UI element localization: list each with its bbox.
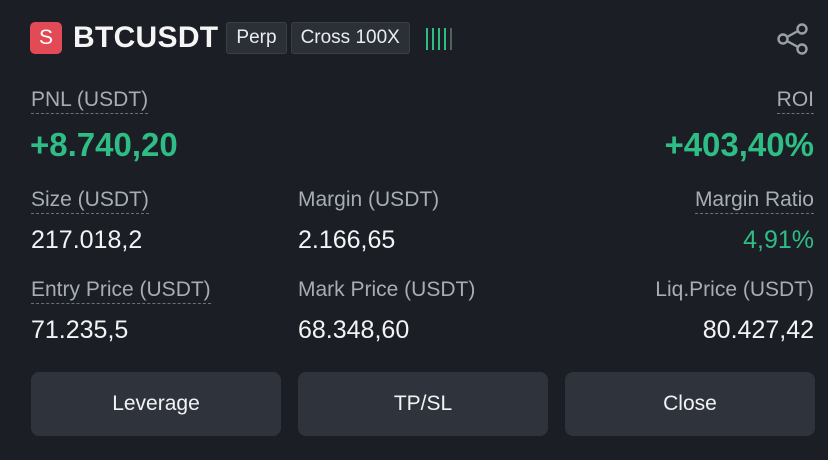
liq-price-label: Liq.Price (USDT) bbox=[655, 278, 814, 301]
liq-price-value: 80.427,42 bbox=[702, 316, 814, 344]
share-icon[interactable] bbox=[776, 22, 810, 56]
size-label[interactable]: Size (USDT) bbox=[31, 188, 149, 214]
tpsl-button[interactable]: TP/SL bbox=[298, 372, 548, 436]
mark-price-label: Mark Price (USDT) bbox=[298, 278, 476, 301]
margin-ratio-label[interactable]: Margin Ratio bbox=[694, 188, 814, 214]
short-side-badge: S bbox=[30, 22, 62, 54]
leverage-button[interactable]: Leverage bbox=[31, 372, 281, 436]
margin-value: 2.166,65 bbox=[298, 226, 396, 254]
position-header: S BTCUSDT Perp Cross 100X bbox=[30, 20, 452, 56]
mark-price-value: 68.348,60 bbox=[298, 316, 410, 344]
close-position-button[interactable]: Close bbox=[565, 372, 815, 436]
symbol-name[interactable]: BTCUSDT bbox=[73, 21, 218, 55]
margin-label: Margin (USDT) bbox=[298, 188, 440, 211]
contract-type-tag: Perp bbox=[226, 22, 287, 54]
position-card: S BTCUSDT Perp Cross 100X PNL (USDT) +8.… bbox=[0, 0, 828, 460]
margin-mode-tag[interactable]: Cross 100X bbox=[290, 22, 410, 54]
margin-ratio-value: 4,91% bbox=[743, 226, 814, 254]
roi-label[interactable]: ROI bbox=[776, 88, 814, 114]
pnl-value: +8.740,20 bbox=[30, 126, 178, 163]
size-value: 217.018,2 bbox=[31, 226, 143, 254]
risk-level-icon bbox=[425, 26, 452, 50]
pnl-label[interactable]: PNL (USDT) bbox=[31, 88, 149, 114]
entry-price-value: 71.235,5 bbox=[31, 316, 129, 344]
entry-price-label[interactable]: Entry Price (USDT) bbox=[31, 278, 211, 304]
roi-value: +403,40% bbox=[664, 126, 814, 163]
